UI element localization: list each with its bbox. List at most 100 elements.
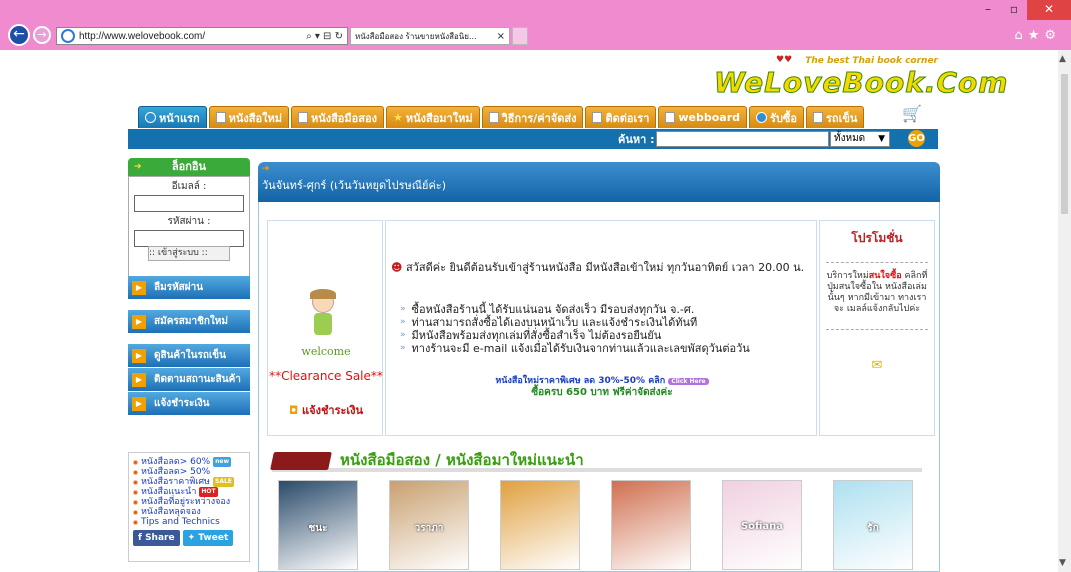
welcome-text: welcome <box>301 345 351 358</box>
book-cover-4[interactable]: Sofiana <box>722 480 802 570</box>
sidebar-button-1[interactable]: ▶ สมัครสมาชิกใหม่ <box>128 310 250 334</box>
sidebar-button-label: แจ้งชำระเงิน <box>154 398 210 409</box>
password-field[interactable] <box>134 230 244 247</box>
tab-close-icon[interactable]: × <box>497 31 505 42</box>
menu-tab-label: หนังสือมือสอง <box>310 111 377 125</box>
main-header-text: วันจันทร์-ศุกร์ (เว้นวันหยุดไปรษณีย์ค่ะ) <box>262 179 447 192</box>
search-label: ค้นหา : <box>618 133 655 146</box>
new-tab-button[interactable] <box>512 27 528 45</box>
minimize-icon[interactable]: – <box>975 0 1001 20</box>
sidebar-link-label: Tips and Technics <box>141 517 220 527</box>
welcome-panel: welcome **Clearance Sale** ◘ แจ้งชำระเงิ… <box>267 220 383 436</box>
badge-new: new <box>213 457 232 467</box>
bullet-icon <box>133 499 138 505</box>
home-icon <box>145 112 156 123</box>
menu-tab-label: ติดต่อเรา <box>605 111 650 125</box>
menu-tab-2[interactable]: หนังสือมือสอง <box>290 106 384 128</box>
clearance-sale-link[interactable]: **Clearance Sale** <box>268 369 384 383</box>
divider <box>826 329 928 330</box>
email-field[interactable] <box>134 195 244 212</box>
login-button[interactable]: :: เข้าสู่ระบบ :: <box>148 246 230 261</box>
promo-highlight: สนใจซื้อ <box>868 271 902 281</box>
social-buttons: f Share ✦ Tweet <box>133 530 245 546</box>
site-logo[interactable]: ♥♥ The best Thai book corner WeLoveBook.… <box>713 54 1007 100</box>
menu-tab-0[interactable]: หน้าแรก <box>138 106 207 128</box>
book-cover-0[interactable]: ชนะ <box>278 480 358 570</box>
scroll-down-icon[interactable]: ▼ <box>1059 558 1066 568</box>
book-cover-3[interactable] <box>611 480 691 570</box>
click-here-badge[interactable]: Click Here <box>668 378 709 385</box>
book-cover-5[interactable]: รัก <box>833 480 913 570</box>
search-refresh-icons[interactable]: ⌕ ▾ ⊟ ↻ <box>306 31 347 42</box>
menu-tab-label: วิธีการ/ค่าจัดส่ง <box>501 111 577 125</box>
bullet-item: » มีหนังสือพร้อมส่งทุกเล่มที่สั่งซื้อสำเร… <box>400 329 814 342</box>
menu-tab-3[interactable]: ★ หนังสือมาใหม่ <box>385 106 480 128</box>
back-icon[interactable]: ← <box>8 24 30 46</box>
scroll-thumb[interactable] <box>1061 74 1068 214</box>
menu-tab-5[interactable]: ติดต่อเรา <box>585 106 657 128</box>
tweet-button[interactable]: ✦ Tweet <box>182 530 234 546</box>
menu-tab-6[interactable]: webboard <box>658 106 748 128</box>
sidebar-link-6[interactable]: Tips and Technics <box>133 517 245 527</box>
page-icon <box>297 112 308 123</box>
arrow-icon: ▶ <box>132 396 146 411</box>
main-header: ➜ วันจันทร์-ศุกร์ (เว้นวันหยุดไปรษณีย์ค่… <box>258 162 940 202</box>
forward-icon[interactable]: → <box>33 26 51 44</box>
site-tagline: The best Thai book corner <box>805 56 938 66</box>
double-arrow-icon: » <box>400 317 406 327</box>
facebook-share-button[interactable]: f Share <box>133 530 180 546</box>
sidebar-links: หนังสือลด> 60% new หนังสือลด> 50% หนังสือรา… <box>128 452 250 562</box>
book-cover-1[interactable]: วราภา <box>389 480 469 570</box>
ie-logo-icon <box>61 29 75 43</box>
address-bar[interactable]: http://www.welovebook.com/ ⌕ ▾ ⊟ ↻ <box>56 27 348 45</box>
info-icon <box>756 112 768 123</box>
vertical-scrollbar[interactable]: ▲ ▼ <box>1058 50 1071 572</box>
sidebar-link-0[interactable]: หนังสือลด> 60% new <box>133 457 245 467</box>
menu-tab-label: หนังสือมาใหม่ <box>405 111 473 125</box>
url-text[interactable]: http://www.welovebook.com/ <box>79 31 306 42</box>
book-cover-2[interactable] <box>500 480 580 570</box>
scroll-up-icon[interactable]: ▲ <box>1059 54 1066 64</box>
sidebar-button-0[interactable]: ▶ ลืมรหัสผ่าน <box>128 276 250 300</box>
sidebar-link-3[interactable]: หนังสือแนะนำ HOT <box>133 487 245 497</box>
book-cover-title: วราภา <box>414 523 444 534</box>
notify-payment-link[interactable]: ◘ แจ้งชำระเงิน <box>268 401 384 419</box>
ie-toolbar-icons[interactable]: ⌂★⚙ <box>1014 28 1061 43</box>
cart-icon[interactable]: 🛒 <box>902 104 922 123</box>
bullet-text: ซื้อหนังสือร้านนี้ ได้รับแน่นอน จัดส่งเร… <box>411 303 695 316</box>
restore-icon[interactable]: ▫ <box>1001 0 1027 20</box>
menu-tab-8[interactable]: รถเข็น <box>806 106 865 128</box>
search-input[interactable] <box>656 131 829 147</box>
share-label: Share <box>145 533 175 543</box>
menu-tab-4[interactable]: วิธีการ/ค่าจัดส่ง <box>481 106 584 128</box>
sidebar-link-5[interactable]: หนังสือหลุดจอง <box>133 507 245 517</box>
browser-chrome: – ▫ ✕ ← → http://www.welovebook.com/ ⌕ ▾… <box>0 0 1071 50</box>
sidebar-button-2[interactable]: ▶ ดูสินค้าในรถเข็น <box>128 344 250 368</box>
announcement-panel: ☻ สวัสดีค่ะ ยินดีต้อนรับเข้าสู่ร้านหนังส… <box>385 220 817 436</box>
notify-payment-label: แจ้งชำระเงิน <box>302 404 364 417</box>
mail-icon[interactable]: ✉ <box>820 358 934 373</box>
arrow-icon: ◘ <box>288 404 299 417</box>
sidebar-button-label: ดูสินค้าในรถเข็น <box>154 350 226 361</box>
page-icon <box>592 112 603 123</box>
sidebar-link-4[interactable]: หนังสือที่อยู่ระหว่างจอง <box>133 497 245 507</box>
browser-tab[interactable]: หนังสือมือสอง ร้านขายหนังสือนิย... × <box>350 27 510 45</box>
arrow-icon: ▶ <box>132 372 146 387</box>
menu-tab-1[interactable]: หนังสือใหม่ <box>208 106 289 128</box>
greeting-text: ☻ สวัสดีค่ะ ยินดีต้อนรับเข้าสู่ร้านหนังส… <box>391 261 815 274</box>
sidebar-button-4[interactable]: ▶ แจ้งชำระเงิน <box>128 392 250 416</box>
sidebar-button-3[interactable]: ▶ ติดตามสถานะสินค้า <box>128 368 250 392</box>
promotion-panel: โปรโมชั่น บริการใหม่สนใจซื้อ คลิกที่ปุ่ม… <box>819 220 935 436</box>
menu-tab-label: หน้าแรก <box>159 111 200 125</box>
search-category-select[interactable]: ทั้งหมด ▼ <box>830 131 890 147</box>
sidebar-link-1[interactable]: หนังสือลด> 50% <box>133 467 245 477</box>
page-icon <box>488 112 499 123</box>
promotion-title: โปรโมชั่น <box>851 231 903 245</box>
email-label: อีเมลล์ : <box>171 181 207 192</box>
book-cover-title: รัก <box>867 523 879 534</box>
menu-tab-7[interactable]: รับซื้อ <box>749 106 804 128</box>
search-go-button[interactable]: GO <box>908 130 925 147</box>
sidebar-link-2[interactable]: หนังสือราคาพิเศษ SALE <box>133 477 245 487</box>
search-category-value: ทั้งหมด <box>834 133 866 144</box>
close-icon[interactable]: ✕ <box>1027 0 1071 20</box>
